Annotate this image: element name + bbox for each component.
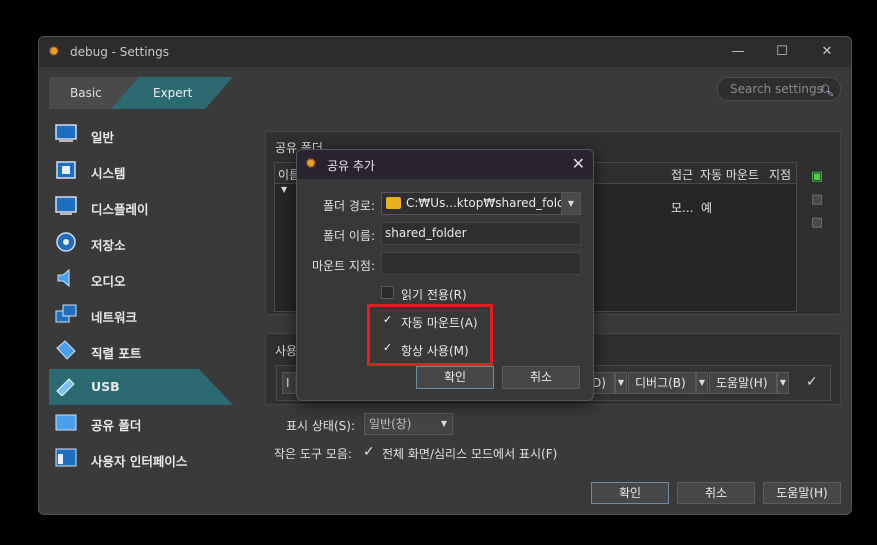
sidebar-item-network[interactable]: 네트워크 xyxy=(49,297,249,333)
sidebar-item-user-interface[interactable]: 사용자 인터페이스 xyxy=(49,441,249,477)
mount-point-input[interactable] xyxy=(381,252,581,275)
add-share-dialog: ✹ 공유 추가 ✕ 폴더 경로: C:₩Us...ktop₩shared_fol… xyxy=(296,149,594,401)
dropdown-arrow-icon[interactable]: ▼ xyxy=(777,372,789,394)
sidebar-item-label: 오디오 xyxy=(91,274,126,289)
disk-icon xyxy=(56,232,76,252)
folder-icon xyxy=(386,197,401,209)
chevron-down-icon[interactable]: ▼ xyxy=(561,193,580,214)
sidebar-item-serial-ports[interactable]: 직렬 포트 xyxy=(49,333,249,369)
mini-toolbar-option[interactable]: 전체 화면/심리스 모드에서 표시(F) xyxy=(382,445,557,462)
minimize-button[interactable]: — xyxy=(718,42,758,62)
sidebar-item-label: 시스템 xyxy=(91,166,126,181)
sidebar-item-system[interactable]: 시스템 xyxy=(49,153,249,189)
read-only-label[interactable]: 읽기 전용(R) xyxy=(401,286,467,303)
folder-path-select[interactable]: C:₩Us...ktop₩shared_folder ▼ xyxy=(381,192,581,215)
close-button[interactable]: ✕ xyxy=(807,42,847,62)
dialog-title-bar: ✹ 공유 추가 ✕ xyxy=(297,150,593,179)
window-title: debug - Settings xyxy=(70,45,170,59)
serial-port-icon xyxy=(56,340,76,360)
edit-folder-icon[interactable]: ▨ xyxy=(809,192,825,208)
search-icon: 🔍︎ xyxy=(820,84,834,97)
sidebar-item-label: 사용자 인터페이스 xyxy=(91,454,188,469)
folder-path-value: C:₩Us...ktop₩shared_folder xyxy=(406,196,577,210)
cell-automount: 예 xyxy=(701,201,713,215)
sidebar-item-label: 디스플레이 xyxy=(91,202,149,217)
add-folder-icon[interactable]: ▣ xyxy=(809,169,825,185)
cell-access: 모... xyxy=(671,201,694,215)
sidebar-item-usb[interactable]: USB xyxy=(49,369,233,405)
dialog-close-button[interactable]: ✕ xyxy=(572,154,585,173)
mini-toolbar-checkbox[interactable]: ✓ xyxy=(363,444,375,460)
sidebar-item-label: USB xyxy=(91,379,120,394)
read-only-checkbox[interactable] xyxy=(381,286,394,299)
ui-icon xyxy=(55,448,77,467)
folder-icon xyxy=(55,414,77,431)
sidebar-item-label: 네트워크 xyxy=(91,310,138,325)
sidebar-item-storage[interactable]: 저장소 xyxy=(49,225,249,261)
sidebar-item-shared-folders[interactable]: 공유 폴더 xyxy=(49,405,249,441)
sidebar-item-label: 저장소 xyxy=(91,238,126,253)
column-access[interactable]: 접근 xyxy=(671,166,693,183)
cancel-button[interactable]: 취소 xyxy=(677,482,755,504)
search-placeholder: Search settings xyxy=(730,82,823,96)
maximize-button[interactable]: ☐ xyxy=(762,42,802,62)
column-mount-point[interactable]: 지점 xyxy=(769,166,791,183)
status-label: 표시 상태(S): xyxy=(286,419,355,433)
sidebar-item-general[interactable]: 일반 xyxy=(49,117,249,153)
usb-icon xyxy=(56,378,75,396)
sidebar-item-audio[interactable]: 오디오 xyxy=(49,261,249,297)
help-menu-button[interactable]: 도움말(H) xyxy=(709,372,777,394)
chip-icon xyxy=(56,161,76,179)
panel-title: 사용 xyxy=(275,344,298,358)
monitor-icon xyxy=(55,124,77,142)
dropdown-arrow-icon[interactable]: ▼ xyxy=(615,372,627,394)
folder-path-label: 폴더 경로: xyxy=(322,199,375,213)
dialog-title: 공유 추가 xyxy=(327,159,375,173)
help-button[interactable]: 도움말(H) xyxy=(763,482,841,504)
dialog-ok-button[interactable]: 확인 xyxy=(416,366,494,389)
folder-name-input[interactable]: shared_folder xyxy=(381,222,581,245)
sidebar: 일반 시스템 디스플레이 저장소 오디오 네트워크 직렬 포트 USB 공유 폴… xyxy=(49,117,249,477)
mini-toolbar-label: 작은 도구 모음: xyxy=(274,447,352,461)
chevron-down-icon: ▼ xyxy=(440,419,447,428)
search-input[interactable]: Search settings 🔍︎ xyxy=(717,77,841,101)
remove-folder-icon[interactable]: ▨ xyxy=(809,215,825,231)
dialog-cancel-button[interactable]: 취소 xyxy=(502,366,580,389)
folder-name-label: 폴더 이름: xyxy=(322,229,375,243)
status-value: 일반(창) xyxy=(369,417,412,431)
sidebar-item-label: 일반 xyxy=(91,130,115,145)
title-bar: ✹ debug - Settings — ☐ ✕ xyxy=(39,37,851,67)
expand-arrow-icon[interactable]: ▼ xyxy=(281,185,287,194)
highlight-box xyxy=(367,304,493,366)
column-automount[interactable]: 자동 마운트 xyxy=(700,166,759,183)
status-select[interactable]: 일반(창) ▼ xyxy=(364,413,453,435)
dropdown-arrow-icon[interactable]: ▼ xyxy=(696,372,708,394)
sidebar-item-label: 공유 폴더 xyxy=(91,418,142,433)
debug-menu-button[interactable]: 디버그(B) xyxy=(628,372,696,394)
ok-button[interactable]: 확인 xyxy=(591,482,669,504)
speaker-icon xyxy=(57,268,70,288)
menu-button[interactable]: I xyxy=(282,372,296,394)
display-icon xyxy=(55,196,77,215)
network-icon xyxy=(55,304,77,323)
mount-point-label: 마운트 지점: xyxy=(311,259,375,273)
sidebar-item-label: 직렬 포트 xyxy=(91,346,142,361)
virtualbox-gear-icon: ✹ xyxy=(48,44,60,60)
sidebar-item-display[interactable]: 디스플레이 xyxy=(49,189,249,225)
menu-bar-enabled-check[interactable]: ✓ xyxy=(806,374,818,390)
virtualbox-gear-icon: ✹ xyxy=(305,156,317,172)
